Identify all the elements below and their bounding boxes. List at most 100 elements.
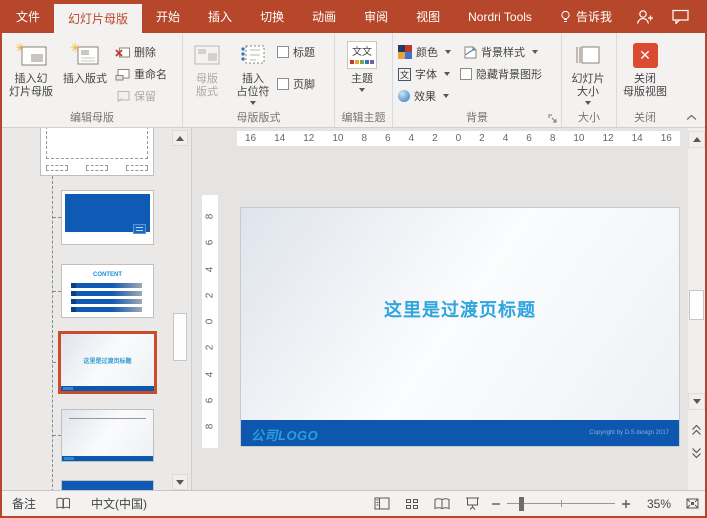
tab-transitions[interactable]: 切换 — [246, 0, 298, 33]
tab-nordri-tools[interactable]: Nordri Tools — [454, 0, 546, 33]
ruler-number: 4 — [204, 371, 216, 377]
ruler-number: 12 — [303, 133, 315, 144]
tab-slide-master[interactable]: 幻灯片母版 — [54, 4, 143, 33]
comments-icon[interactable] — [672, 9, 689, 24]
tab-animations[interactable]: 动画 — [298, 0, 350, 33]
colors-button[interactable]: 颜色 — [395, 43, 454, 61]
collapse-ribbon-icon[interactable] — [686, 114, 697, 121]
thumbnail-panel-scrollbar[interactable] — [172, 130, 188, 490]
notes-button[interactable]: 备注 — [2, 491, 46, 516]
scroll-up-button[interactable] — [172, 130, 188, 146]
group-label-edit-theme: 编辑主题 — [341, 112, 386, 124]
ruler-number: 16 — [660, 133, 672, 144]
fonts-button[interactable]: 文 字体 — [395, 65, 454, 83]
master-layout-icon — [193, 40, 221, 70]
insert-placeholder-label: 插入 占位符 — [236, 73, 270, 98]
tab-home[interactable]: 开始 — [142, 0, 194, 33]
placeholder-outline — [126, 165, 148, 171]
placeholder-outline — [46, 128, 148, 159]
title-checkbox[interactable]: 标题 — [277, 43, 315, 61]
hide-background-graphics-checkbox[interactable]: 隐藏背景图形 — [460, 65, 542, 83]
tab-view[interactable]: 视图 — [402, 0, 454, 33]
footer-checkbox[interactable]: 页脚 — [277, 75, 315, 93]
dropdown-arrow-icon — [444, 72, 450, 76]
slideshow-view-button[interactable] — [457, 491, 487, 516]
footer-checkbox-box — [277, 78, 289, 90]
thumbnail-end-layout[interactable] — [61, 409, 154, 462]
language-indicator[interactable]: 中文(中国) — [81, 491, 157, 516]
tab-file[interactable]: 文件 — [2, 0, 54, 33]
powerpoint-window: 文件 幻灯片母版 开始 插入 切换 动画 审阅 视图 Nordri Tools … — [0, 0, 707, 518]
delete-label: 删除 — [134, 47, 156, 59]
zoom-slider[interactable] — [507, 496, 615, 511]
scroll-down-button[interactable] — [172, 474, 188, 490]
ruler-number: 6 — [384, 133, 391, 144]
tab-insert[interactable]: 插入 — [194, 0, 246, 33]
hide-background-graphics-label: 隐藏背景图形 — [476, 69, 542, 81]
preserve-label: 保留 — [134, 91, 156, 103]
dropdown-arrow-icon — [443, 94, 449, 98]
ruler-number: 2 — [479, 133, 485, 144]
logo-chip — [133, 224, 146, 234]
previous-slide-button[interactable] — [688, 421, 705, 438]
ruler-number: 2 — [432, 133, 438, 144]
canvas-scrollbar[interactable] — [688, 128, 705, 490]
spell-check-icon[interactable] — [46, 491, 81, 516]
ruler-number: 16 — [245, 133, 257, 144]
group-label-close: 关闭 — [634, 112, 656, 124]
group-edit-master: ✳ 插入幻 灯片母版 ✳ 插入版式 删除 重命名 保留 编辑母版 — [2, 33, 183, 127]
ruler-number: 6 — [526, 133, 532, 144]
thumbnail-blue-layout[interactable] — [61, 480, 154, 490]
thumbnail-content-layout[interactable]: CONTENT — [61, 264, 154, 318]
background-styles-button[interactable]: 背景样式 — [460, 43, 542, 61]
rename-button[interactable]: 重命名 — [112, 65, 170, 83]
insert-slide-master-label: 插入幻 灯片母版 — [9, 73, 53, 98]
zoom-level[interactable]: 35% — [635, 497, 671, 511]
scroll-up-button[interactable] — [688, 131, 705, 148]
footer-checkbox-label: 页脚 — [293, 79, 315, 91]
tab-review[interactable]: 审阅 — [350, 0, 402, 33]
effects-button[interactable]: 效果 — [395, 87, 454, 105]
delete-button[interactable]: 删除 — [112, 43, 170, 61]
master-layout-button[interactable]: 母版 版式 — [185, 36, 229, 110]
effects-label: 效果 — [414, 91, 436, 103]
slide-title-text[interactable]: 这里是过渡页标题 — [241, 296, 679, 322]
insert-layout-button[interactable]: ✳ 插入版式 — [58, 36, 112, 110]
thumbnail-transition-layout-selected[interactable]: 这里是过渡页标题 — [58, 331, 157, 394]
slide-sorter-view-button[interactable] — [397, 491, 427, 516]
themes-icon: 文文 — [347, 40, 377, 70]
thumbnail-title-layout[interactable] — [61, 190, 154, 245]
close-master-view-button[interactable]: ✕ 关闭 母版视图 — [619, 36, 671, 110]
tree-stub — [53, 291, 61, 292]
rename-icon — [115, 68, 130, 81]
ruler-number: 4 — [204, 266, 216, 272]
content-bullet — [71, 283, 76, 288]
dialog-launcher-icon[interactable] — [548, 114, 558, 124]
ruler-number: 4 — [408, 133, 415, 144]
zoom-out-button[interactable] — [491, 499, 501, 509]
layout-tree-line — [52, 176, 53, 490]
preserve-button[interactable]: 保留 — [112, 87, 170, 105]
zoom-slider-handle[interactable] — [519, 496, 524, 511]
scrollbar-thumb[interactable] — [173, 313, 187, 361]
dropdown-arrow-icon — [250, 101, 256, 105]
share-icon[interactable] — [635, 9, 654, 25]
company-logo-text[interactable]: 公司LOGO — [251, 425, 318, 444]
reading-view-button[interactable] — [427, 491, 457, 516]
scroll-down-button[interactable] — [688, 393, 705, 410]
zoom-in-button[interactable] — [621, 499, 631, 509]
themes-button[interactable]: 文文 主题 — [337, 36, 387, 110]
fit-to-window-button[interactable] — [679, 491, 705, 516]
tree-stub — [53, 435, 61, 436]
slide-size-button[interactable]: 幻灯片 大小 — [564, 36, 612, 110]
insert-slide-master-button[interactable]: ✳ 插入幻 灯片母版 — [4, 36, 58, 110]
next-slide-button[interactable] — [688, 444, 705, 461]
insert-placeholder-button[interactable]: 插入 占位符 — [229, 36, 277, 110]
slide-canvas[interactable]: 这里是过渡页标题 公司LOGO Copyright by D.S design … — [240, 207, 680, 447]
insert-placeholder-icon — [240, 40, 266, 70]
ruler-number: 2 — [204, 344, 216, 351]
normal-view-button[interactable] — [367, 491, 397, 516]
tab-tell-me[interactable]: 告诉我 — [546, 0, 626, 33]
scrollbar-thumb[interactable] — [689, 290, 704, 320]
thumbnail-master-slide[interactable] — [40, 128, 154, 176]
